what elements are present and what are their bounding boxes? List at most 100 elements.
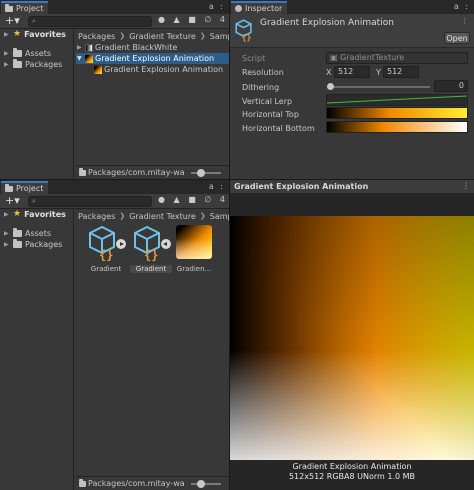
top-project-tab-controls[interactable]: a : xyxy=(209,2,225,11)
tree-favorites-label: Favorites xyxy=(24,209,66,219)
list-item[interactable]: ▼ Gradient Explosion Animation xyxy=(76,53,229,64)
expand-arrow-icon[interactable]: ▶ xyxy=(4,211,10,218)
script-file-icon: ▣ xyxy=(330,53,338,62)
res-x-label: X xyxy=(326,68,332,77)
preview-caption-title: Gradient Explosion Animation xyxy=(292,462,412,471)
breadcrumb-item[interactable]: Packages xyxy=(78,212,115,221)
expand-arrow-icon[interactable]: ▼ xyxy=(77,55,83,62)
inspector-header: {} Gradient Explosion Animation Open ⋮ xyxy=(230,14,474,48)
vertical-lerp-curve[interactable] xyxy=(326,94,468,106)
resolution-label: Resolution xyxy=(242,68,284,77)
list-item-label: Gradient BlackWhite xyxy=(95,43,178,52)
bottom-folder-tree: ▶ ★ Favorites ▶ Assets ▶ Packages xyxy=(0,209,74,490)
bottom-project-tab-controls[interactable]: a : xyxy=(209,182,225,191)
breadcrumb-item[interactable]: Gradient Texture xyxy=(129,212,196,221)
expand-arrow-icon[interactable]: ▶ xyxy=(4,241,10,248)
inspector-tab-controls[interactable]: a : xyxy=(454,2,470,11)
grid-item-label: Gradient xyxy=(90,265,122,273)
tree-favorites[interactable]: ▶ ★ Favorites xyxy=(4,29,66,39)
horizontal-bottom-gradient[interactable] xyxy=(326,121,468,133)
expand-arrow-icon[interactable]: ▶ xyxy=(77,44,83,51)
top-project-tab[interactable]: Project xyxy=(1,1,49,14)
zoom-slider[interactable] xyxy=(190,168,221,177)
folder-icon xyxy=(13,228,22,237)
grid-item[interactable]: {} Gradient xyxy=(130,225,172,273)
top-search-input[interactable]: ⌕ xyxy=(28,16,152,27)
folder-icon xyxy=(13,59,22,68)
bottom-project-panel: Project a : +▾ ⌕ ● ▲ ■ ∅ 4 ▶ ★ Favorites… xyxy=(0,180,229,490)
breadcrumb-item[interactable]: Sample xyxy=(210,212,229,221)
curve-line-icon xyxy=(327,95,467,104)
tree-assets[interactable]: ▶ Assets xyxy=(4,48,52,58)
tree-assets-label: Assets xyxy=(25,229,52,238)
collapse-play-icon[interactable] xyxy=(161,239,171,249)
add-icon[interactable]: +▾ xyxy=(5,194,20,207)
horizontal-top-label: Horizontal Top xyxy=(242,110,299,119)
res-y-input[interactable]: 512 xyxy=(383,66,419,78)
star-icon: ★ xyxy=(13,209,22,219)
add-icon[interactable]: +▾ xyxy=(5,14,20,27)
top-breadcrumb: Packages ❯ Gradient Texture ❯ Sample xyxy=(76,29,229,43)
svg-text:{}: {} xyxy=(242,33,252,42)
expand-arrow-icon[interactable]: ▶ xyxy=(4,50,10,57)
open-button[interactable]: Open xyxy=(444,32,470,44)
inspector-tab[interactable]: Inspector xyxy=(231,1,288,14)
svg-text:{}: {} xyxy=(99,248,113,261)
vertical-lerp-label: Vertical Lerp xyxy=(242,97,293,106)
list-item[interactable]: ▶ Gradient BlackWhite xyxy=(76,42,229,53)
tree-packages-label: Packages xyxy=(25,60,63,69)
folder-icon xyxy=(5,3,13,12)
top-toolbar-icons[interactable]: ● ▲ ■ ∅ 4 xyxy=(158,15,228,24)
tree-favorites[interactable]: ▶ ★ Favorites xyxy=(4,209,66,219)
bottom-search-input[interactable]: ⌕ xyxy=(28,196,152,207)
zoom-slider-knob[interactable] xyxy=(196,168,205,177)
breadcrumb-item[interactable]: Sample xyxy=(210,32,229,41)
horizontal-top-gradient[interactable] xyxy=(326,107,468,119)
dithering-label: Dithering xyxy=(242,83,280,92)
zoom-slider-knob[interactable] xyxy=(196,479,205,488)
top-project-tab-label: Project xyxy=(16,4,44,13)
settings-icon[interactable]: ⋮ xyxy=(461,17,468,25)
expand-arrow-icon[interactable]: ▶ xyxy=(4,61,10,68)
top-path-bar: Packages/com.mitay-wa xyxy=(76,165,229,179)
dithering-input[interactable]: 0 xyxy=(434,80,468,92)
bottom-project-toolbar: +▾ ⌕ ● ▲ ■ ∅ 4 xyxy=(0,194,229,209)
expand-arrow-icon[interactable]: ▶ xyxy=(4,230,10,237)
breadcrumb-item[interactable]: Gradient Texture xyxy=(129,32,196,41)
folder-icon xyxy=(13,239,22,248)
grid-item[interactable]: Gradien... xyxy=(176,225,212,273)
bottom-path-bar: Packages/com.mitay-wa xyxy=(76,476,229,490)
breadcrumb-separator-icon: ❯ xyxy=(119,212,126,220)
breadcrumb-item[interactable]: Packages xyxy=(78,32,115,41)
inspector-asset-title: Gradient Explosion Animation xyxy=(260,18,394,28)
bottom-project-tabbar: Project a : xyxy=(0,180,229,194)
play-icon[interactable] xyxy=(116,239,126,249)
top-project-panel: Project a : +▾ ⌕ ● ▲ ■ ∅ 4 ▶ ★ Favorites… xyxy=(0,0,229,179)
bottom-toolbar-icons[interactable]: ● ▲ ■ ∅ 4 xyxy=(158,195,228,204)
preview-texture-shade xyxy=(230,216,474,460)
tree-assets[interactable]: ▶ Assets xyxy=(4,228,52,238)
dithering-slider-knob[interactable] xyxy=(327,83,334,90)
tree-packages[interactable]: ▶ Packages xyxy=(4,239,62,249)
list-item[interactable]: Gradient Explosion Animation xyxy=(76,64,229,75)
tree-packages[interactable]: ▶ Packages xyxy=(4,59,63,69)
inspector-panel: Inspector a : {} Gradient Explosion Anim… xyxy=(230,0,474,179)
expand-arrow-icon[interactable]: ▶ xyxy=(4,31,10,38)
script-value: GradientTexture xyxy=(340,53,405,62)
gradient-orange-thumb-icon xyxy=(85,54,93,63)
bottom-project-tab[interactable]: Project xyxy=(1,181,49,194)
script-field: ▣ GradientTexture xyxy=(326,52,468,64)
preview-caption: Gradient Explosion Animation 512x512 RGB… xyxy=(230,462,474,481)
dithering-slider[interactable] xyxy=(327,83,430,90)
top-path-label: Packages/com.mitay-wa xyxy=(88,168,185,177)
bottom-breadcrumb: Packages ❯ Gradient Texture ❯ Sample xyxy=(76,209,229,223)
res-y-label: Y xyxy=(376,68,381,77)
grid-item[interactable]: {} Gradient xyxy=(88,225,126,273)
preview-menu-icon[interactable]: ⋮ xyxy=(462,181,470,190)
bottom-project-tab-label: Project xyxy=(16,184,44,193)
res-x-input[interactable]: 512 xyxy=(334,66,370,78)
inspector-tab-label: Inspector xyxy=(245,4,283,13)
grid-item-label: Gradient xyxy=(130,265,172,273)
tree-assets-label: Assets xyxy=(25,49,52,58)
zoom-slider[interactable] xyxy=(190,479,221,488)
